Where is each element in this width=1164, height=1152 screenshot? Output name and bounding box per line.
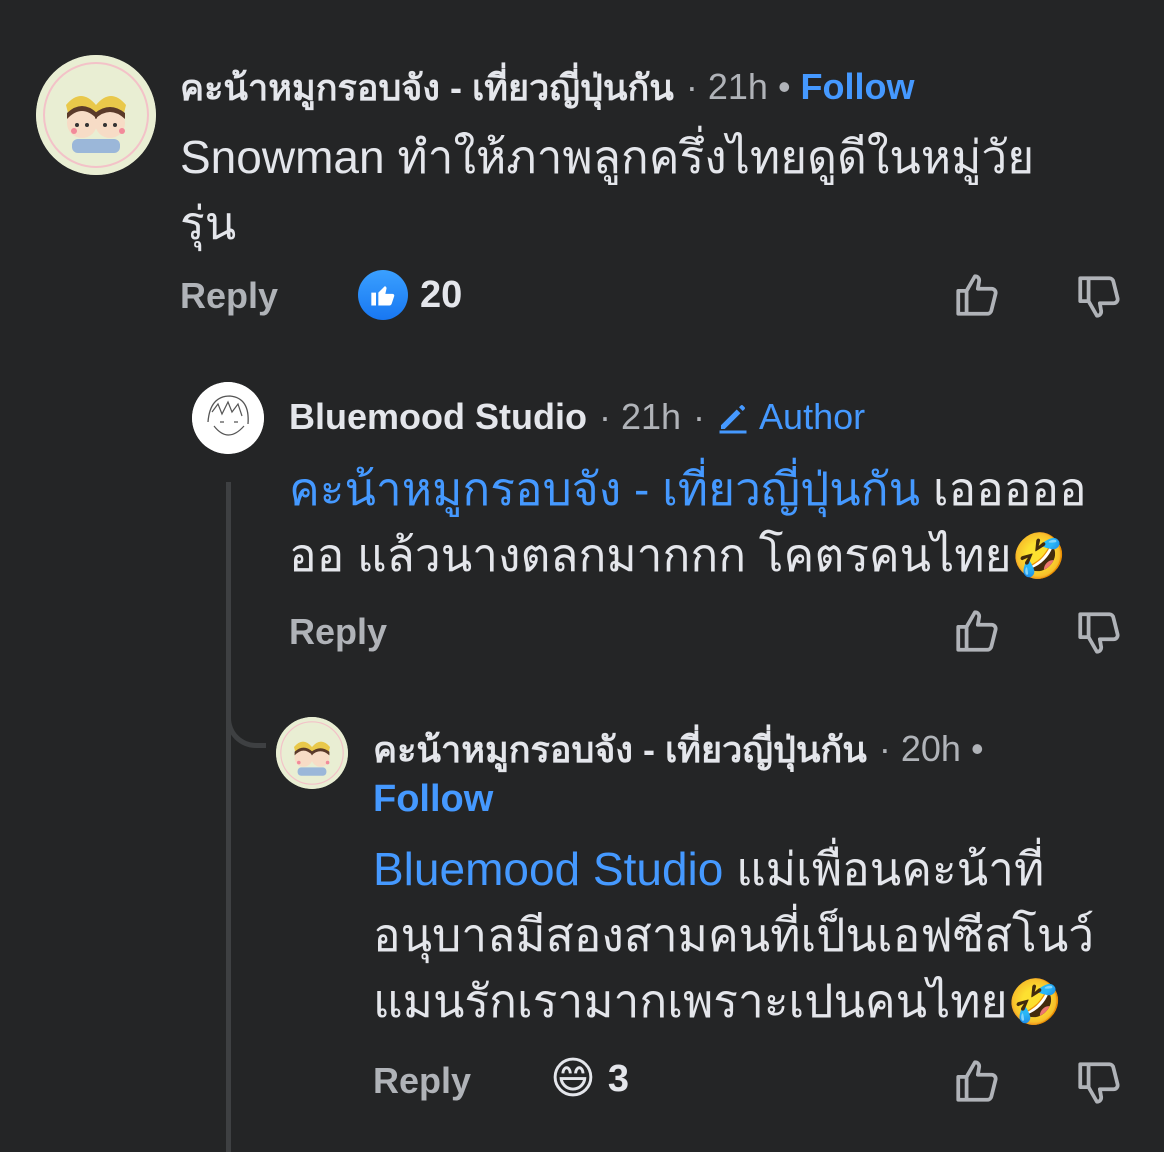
comment-text-line: รุ่น [180, 197, 237, 249]
separator-dot: · [685, 66, 698, 107]
thumbs-up-icon[interactable] [952, 1056, 1002, 1106]
comment-text-line: Snowman ทำให้ภาพลูกครึ่งไทยดูดีในหมู่วัย [180, 131, 1035, 183]
thumbs-up-icon[interactable] [952, 270, 1002, 320]
mention-link[interactable]: Bluemood Studio [373, 843, 723, 895]
mention-link[interactable]: คะน้าหมูกรอบจัง - เที่ยวญี่ปุ่นกัน [289, 463, 920, 515]
thumbs-down-icon[interactable] [1074, 608, 1124, 658]
pencil-icon [715, 399, 751, 435]
reaction-summary[interactable]: 😄 3 [550, 1054, 629, 1104]
reply-button[interactable]: Reply [180, 275, 278, 317]
author-name[interactable]: Bluemood Studio [289, 396, 587, 438]
comment-text: Bluemood Studio แม่เพื่อนคะน้าที่ อนุบาล… [373, 836, 1143, 1036]
comment-text-line: แมนรักเรามากเพราะเปนคนไทย🤣 [373, 968, 1143, 1036]
rofl-emoji: 🤣 [1007, 978, 1063, 1027]
separator-dot: · [598, 396, 611, 437]
separator-dot: · [878, 728, 891, 769]
thread-line-vertical [226, 482, 231, 1152]
comment-text-segment: แมนรักเรามากเพราะเปนคนไทย [373, 975, 1008, 1027]
reply-button[interactable]: Reply [373, 1060, 471, 1102]
comment-text: คะน้าหมูกรอบจัง - เที่ยวญี่ปุ่นกัน เออออ… [289, 456, 1129, 590]
comment-text-line: Bluemood Studio แม่เพื่อนคะน้าที่ [373, 836, 1143, 902]
like-reaction-icon [358, 270, 408, 320]
separator-dot: · [693, 396, 706, 437]
avatar[interactable] [276, 717, 348, 789]
comment-text-line: อนุบาลมีสองสามคนที่เป็นเอฟซีสโนว์ [373, 909, 1095, 961]
cartoon-kids-avatar-icon [36, 55, 156, 175]
comment-text-line: คะน้าหมูกรอบจัง - เที่ยวญี่ปุ่นกัน เออออ… [289, 456, 1129, 522]
reaction-count: 3 [607, 1057, 630, 1100]
follow-button[interactable]: Follow [801, 66, 915, 108]
comment-header: คะน้าหมูกรอบจัง - เที่ยวญี่ปุ่นกัน · 20h… [373, 724, 984, 774]
avatar[interactable] [36, 55, 156, 175]
thumbs-up-icon[interactable] [952, 606, 1002, 656]
rofl-emoji: 🤣 [1011, 532, 1067, 581]
comment-text-segment: เอออออ [920, 463, 1087, 515]
haha-reaction-icon: 😄 [550, 1054, 596, 1103]
comment-header: Bluemood Studio · 21h · Author [289, 392, 865, 442]
author-name[interactable]: คะน้าหมูกรอบจัง - เที่ยวญี่ปุ่นกัน [180, 59, 674, 116]
author-badge: Author [759, 396, 866, 437]
avatar[interactable] [192, 382, 264, 454]
comment-text-segment: ออ แล้วนางตลกมากกก โคตรคนไทย [289, 529, 1012, 581]
reaction-summary[interactable]: 20 [358, 270, 462, 320]
timestamp[interactable]: 21h [621, 396, 681, 438]
comment-text: Snowman ทำให้ภาพลูกครึ่งไทยดูดีในหมู่วัย… [180, 124, 1140, 256]
cartoon-kids-avatar-icon [276, 717, 348, 789]
separator-bullet: • [970, 728, 984, 769]
reply-button[interactable]: Reply [289, 611, 387, 653]
reaction-count: 20 [420, 273, 463, 316]
comment-text-line: ออ แล้วนางตลกมากกก โคตรคนไทย🤣 [289, 522, 1129, 590]
comment-header: คะน้าหมูกรอบจัง - เที่ยวญี่ปุ่นกัน · 21h… [180, 62, 915, 112]
thread-line-branch [226, 700, 266, 748]
follow-button[interactable]: Follow [373, 778, 493, 821]
separator-bullet: • [777, 66, 791, 107]
sketch-face-avatar-icon [192, 382, 264, 454]
author-name[interactable]: คะน้าหมูกรอบจัง - เที่ยวญี่ปุ่นกัน [373, 721, 867, 778]
timestamp[interactable]: 20h [901, 728, 961, 770]
comment-text-segment: แม่เพื่อนคะน้าที่ [723, 843, 1045, 895]
thumbs-down-icon[interactable] [1074, 272, 1124, 322]
timestamp[interactable]: 21h [708, 66, 768, 108]
thumbs-down-icon[interactable] [1074, 1058, 1124, 1108]
